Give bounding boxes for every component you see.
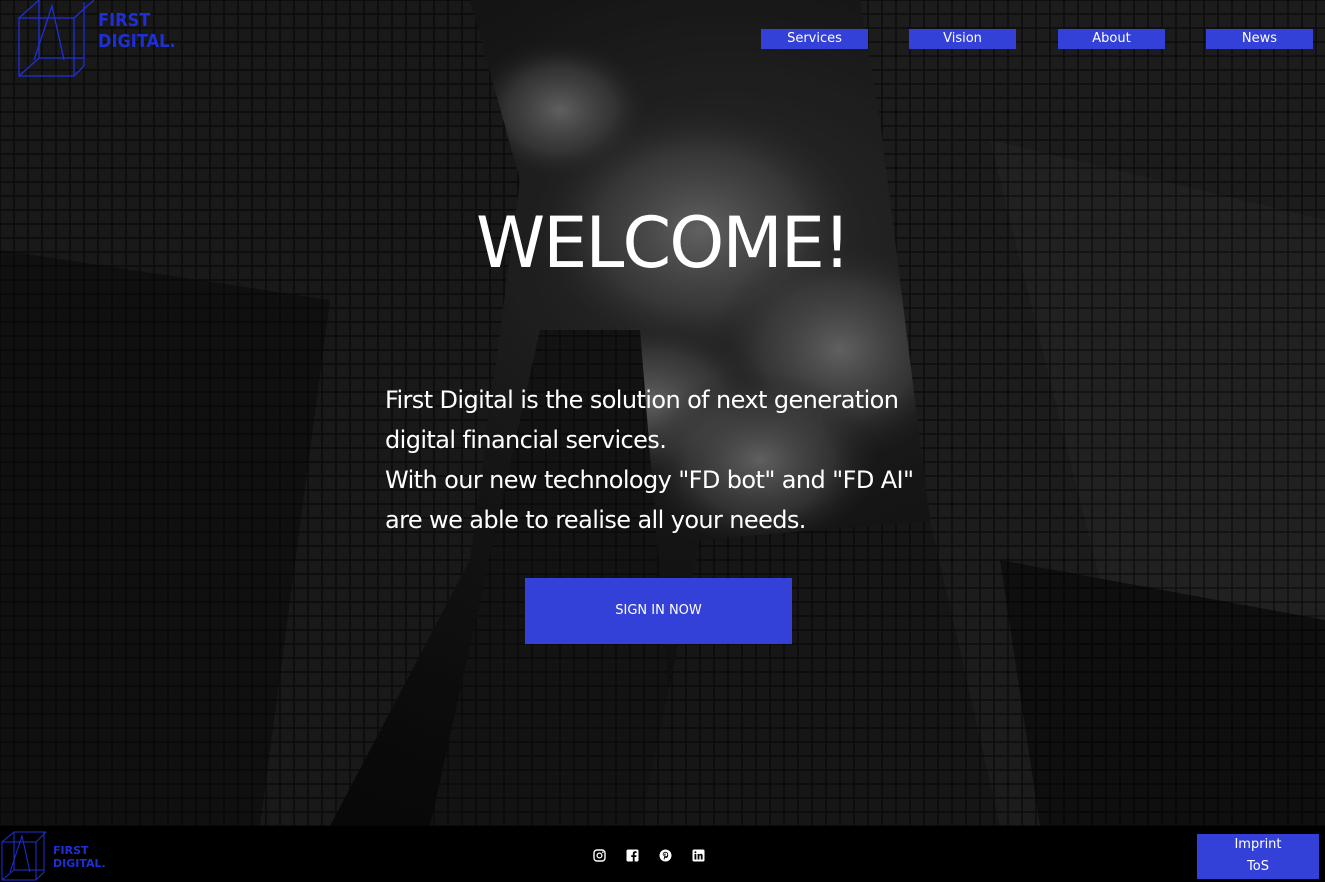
- facebook-icon[interactable]: [626, 849, 639, 862]
- footer-brand-logo[interactable]: FIRST DIGITAL.: [0, 830, 110, 882]
- intro-line-4: are we able to realise all your needs.: [385, 506, 806, 534]
- logo-line-2: DIGITAL.: [98, 31, 176, 52]
- legal-links-box: Imprint ToS: [1197, 834, 1319, 879]
- nav-news-button[interactable]: News: [1206, 29, 1313, 49]
- linkedin-icon[interactable]: [692, 849, 705, 862]
- page: FIRST DIGITAL. Services Vision About New…: [0, 0, 1325, 882]
- social-links: [593, 849, 713, 863]
- pinterest-icon[interactable]: [659, 849, 672, 862]
- sign-in-button[interactable]: SIGN IN NOW: [525, 578, 792, 644]
- footer: FIRST DIGITAL. Imprint ToS: [0, 826, 1325, 882]
- intro-line-3: With our new technology "FD bot" and "FD…: [385, 466, 914, 494]
- instagram-icon[interactable]: [593, 849, 606, 862]
- footer-logo-cube-icon: [1, 831, 47, 881]
- tos-link[interactable]: ToS: [1197, 856, 1319, 878]
- logo-cube-icon: [18, 0, 94, 77]
- imprint-link[interactable]: Imprint: [1197, 834, 1319, 856]
- footer-logo-line-1: FIRST: [53, 844, 89, 857]
- logo-wordmark: FIRST DIGITAL.: [98, 10, 176, 52]
- hero-section: FIRST DIGITAL. Services Vision About New…: [0, 0, 1325, 826]
- intro-paragraph: First Digital is the solution of next ge…: [385, 380, 945, 540]
- footer-logo-line-2: DIGITAL.: [53, 857, 106, 870]
- welcome-heading: WELCOME!: [475, 202, 851, 284]
- nav-vision-button[interactable]: Vision: [909, 29, 1016, 49]
- footer-logo-wordmark: FIRST DIGITAL.: [53, 844, 106, 870]
- brand-logo[interactable]: FIRST DIGITAL.: [14, 0, 184, 82]
- nav-services-button[interactable]: Services: [761, 29, 868, 49]
- top-navigation: Services Vision About News: [761, 29, 1313, 49]
- intro-line-1: First Digital is the solution of next ge…: [385, 386, 899, 414]
- intro-line-2: digital financial services.: [385, 426, 667, 454]
- nav-about-button[interactable]: About: [1058, 29, 1165, 49]
- logo-line-1: FIRST: [98, 10, 151, 31]
